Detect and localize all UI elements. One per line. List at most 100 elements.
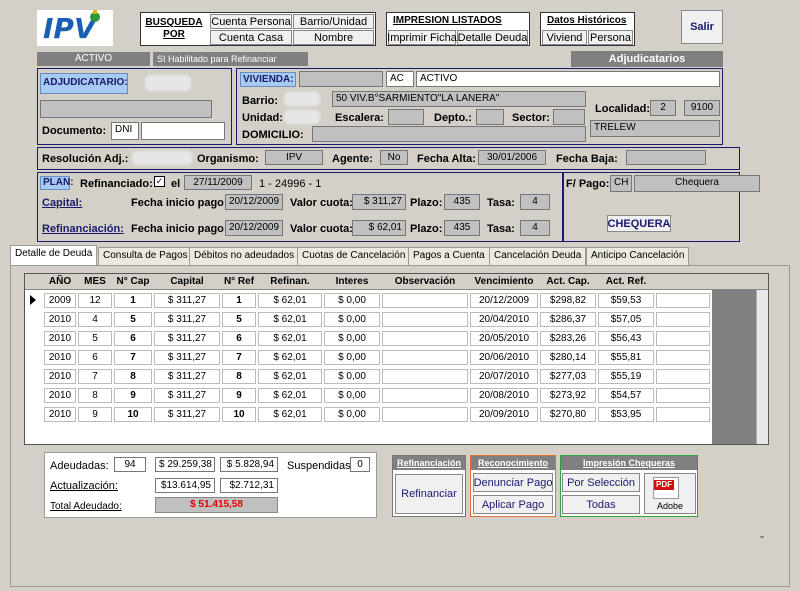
cell-mes[interactable]: 5 — [78, 331, 112, 346]
cell-refinan[interactable]: $ 62,01 — [258, 388, 322, 403]
ciudad-field[interactable]: TRELEW — [590, 120, 720, 137]
cell-extra[interactable] — [656, 293, 710, 308]
salir-button[interactable]: Salir — [681, 10, 723, 44]
cell-vencimiento[interactable]: 20/08/2010 — [470, 388, 538, 403]
cuenta-persona-button[interactable]: Cuenta Persona — [210, 14, 292, 29]
cell-nref[interactable]: 10 — [222, 407, 256, 422]
por-seleccion-button[interactable]: Por Selección — [562, 473, 640, 492]
cell-anio[interactable]: 2010 — [44, 369, 76, 384]
cell-refinan[interactable]: $ 62,01 — [258, 293, 322, 308]
agente-field[interactable]: No — [380, 150, 408, 165]
organismo-field[interactable]: IPV — [265, 150, 323, 165]
tab-detalle-deuda[interactable]: Detalle de Deuda — [10, 245, 98, 265]
tab-cuotas-cancelacion[interactable]: Cuotas de Cancelación — [297, 247, 411, 265]
cell-observacion[interactable] — [382, 350, 468, 365]
vivienda-ac-field[interactable]: AC — [386, 71, 414, 87]
cell-actcap[interactable]: $273,92 — [540, 388, 596, 403]
vivienda-code-field[interactable] — [299, 71, 383, 87]
cell-vencimiento[interactable]: 20/07/2010 — [470, 369, 538, 384]
cell-actref[interactable]: $53,95 — [598, 407, 654, 422]
cell-nref[interactable]: 7 — [222, 350, 256, 365]
cell-observacion[interactable] — [382, 293, 468, 308]
cell-extra[interactable] — [656, 369, 710, 384]
refinanciado-checkbox[interactable]: ✓ — [154, 176, 165, 187]
cell-capital[interactable]: $ 311,27 — [154, 369, 220, 384]
cell-observacion[interactable] — [382, 388, 468, 403]
pdf-button[interactable]: PDF Adobe — [644, 473, 696, 514]
cell-interes[interactable]: $ 0,00 — [324, 331, 380, 346]
ref-tasa-field[interactable]: 4 — [520, 220, 550, 236]
adjudicatario-code-field[interactable] — [145, 75, 191, 91]
cell-actcap[interactable]: $298,82 — [540, 293, 596, 308]
scroll-down-arrow-icon[interactable]: ⌄ — [756, 530, 768, 542]
suspendidas-field[interactable]: 0 — [350, 457, 370, 472]
cell-ncap[interactable]: 1 — [114, 293, 152, 308]
cell-capital[interactable]: $ 311,27 — [154, 350, 220, 365]
barrio-unidad-button[interactable]: Barrio/Unidad — [293, 14, 374, 29]
cell-actcap[interactable]: $283,26 — [540, 331, 596, 346]
act-cap-field[interactable]: $13.614,95 — [155, 478, 215, 493]
cell-interes[interactable]: $ 0,00 — [324, 312, 380, 327]
cell-extra[interactable] — [656, 388, 710, 403]
adeudadas-field[interactable]: 94 — [114, 457, 146, 472]
cell-nref[interactable]: 1 — [222, 293, 256, 308]
cell-refinan[interactable]: $ 62,01 — [258, 331, 322, 346]
cap-plazo-field[interactable]: 435 — [444, 194, 480, 210]
cell-actref[interactable]: $54,57 — [598, 388, 654, 403]
cell-anio[interactable]: 2010 — [44, 388, 76, 403]
tab-debitos[interactable]: Débitos no adeudados — [189, 247, 300, 265]
cell-capital[interactable]: $ 311,27 — [154, 312, 220, 327]
cell-interes[interactable]: $ 0,00 — [324, 388, 380, 403]
cell-actref[interactable]: $56,43 — [598, 331, 654, 346]
cell-mes[interactable]: 8 — [78, 388, 112, 403]
adeudado-ref-field[interactable]: $ 5.828,94 — [220, 457, 278, 472]
cell-extra[interactable] — [656, 407, 710, 422]
resolucion-field[interactable] — [132, 151, 192, 165]
cap-fecha-field[interactable]: 20/12/2009 — [225, 194, 283, 210]
cell-actref[interactable]: $59,53 — [598, 293, 654, 308]
domicilio-field[interactable] — [312, 126, 586, 142]
cell-nref[interactable]: 9 — [222, 388, 256, 403]
cell-refinan[interactable]: $ 62,01 — [258, 407, 322, 422]
cell-vencimiento[interactable]: 20/05/2010 — [470, 331, 538, 346]
escalera-field[interactable] — [388, 109, 424, 125]
cell-actcap[interactable]: $277,03 — [540, 369, 596, 384]
act-ref-field[interactable]: $2.712,31 — [220, 478, 278, 493]
cell-ncap[interactable]: 5 — [114, 312, 152, 327]
ref-cuota-field[interactable]: $ 62,01 — [352, 220, 406, 236]
refinanciado-fecha-field[interactable]: 27/11/2009 — [184, 175, 252, 190]
cell-actcap[interactable]: $270,80 — [540, 407, 596, 422]
cell-interes[interactable]: $ 0,00 — [324, 369, 380, 384]
nombre-button[interactable]: Nombre — [293, 30, 374, 45]
cell-actcap[interactable]: $280,14 — [540, 350, 596, 365]
cell-extra[interactable] — [656, 312, 710, 327]
tab-anticipo[interactable]: Anticipo Cancelación — [586, 247, 690, 265]
vivienda-estado-field[interactable]: ACTIVO — [416, 71, 720, 87]
cell-interes[interactable]: $ 0,00 — [324, 350, 380, 365]
cell-actref[interactable]: $55,19 — [598, 369, 654, 384]
tab-consulta-pagos[interactable]: Consulta de Pagos — [98, 247, 193, 265]
cell-vencimiento[interactable]: 20/12/2009 — [470, 293, 538, 308]
cell-ncap[interactable]: 6 — [114, 331, 152, 346]
cell-observacion[interactable] — [382, 331, 468, 346]
cell-anio[interactable]: 2010 — [44, 350, 76, 365]
cell-actref[interactable]: $55,81 — [598, 350, 654, 365]
fpago-field[interactable]: Chequera — [634, 175, 760, 192]
imprimir-ficha-button[interactable]: Imprimir Ficha — [387, 30, 457, 45]
cell-actref[interactable]: $57,05 — [598, 312, 654, 327]
doc-type-field[interactable]: DNI — [111, 122, 139, 140]
cell-mes[interactable]: 9 — [78, 407, 112, 422]
cell-anio[interactable]: 2009 — [44, 293, 76, 308]
cap-tasa-field[interactable]: 4 — [520, 194, 550, 210]
cell-vencimiento[interactable]: 20/09/2010 — [470, 407, 538, 422]
ref-plazo-field[interactable]: 435 — [444, 220, 480, 236]
fpago-code-field[interactable]: CH — [610, 175, 632, 192]
doc-number-field[interactable] — [141, 122, 225, 140]
cell-ncap[interactable]: 8 — [114, 369, 152, 384]
todas-button[interactable]: Todas — [562, 495, 640, 514]
cell-mes[interactable]: 6 — [78, 350, 112, 365]
cell-interes[interactable]: $ 0,00 — [324, 407, 380, 422]
cell-interes[interactable]: $ 0,00 — [324, 293, 380, 308]
cell-nref[interactable]: 6 — [222, 331, 256, 346]
adeudado-cap-field[interactable]: $ 29.259,38 — [155, 457, 215, 472]
